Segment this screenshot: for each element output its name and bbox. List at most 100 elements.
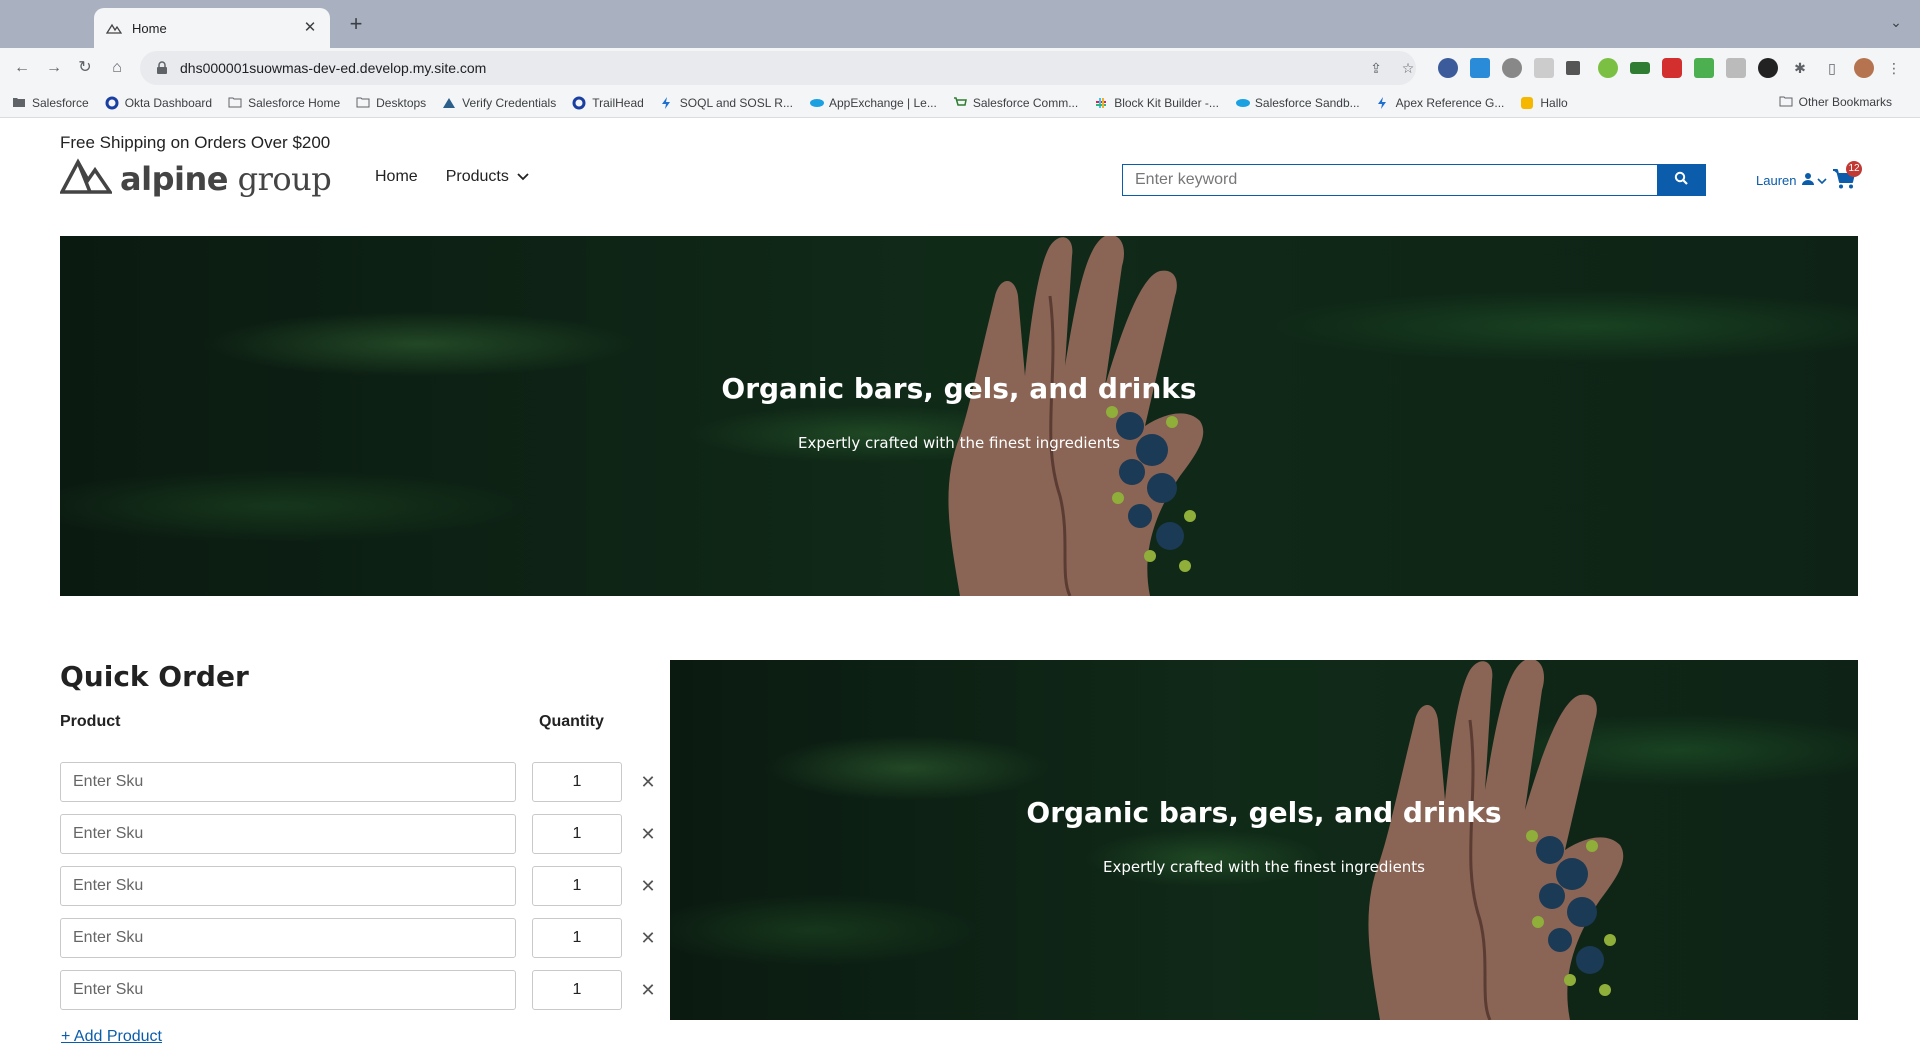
reload-icon[interactable]: ↻ — [73, 56, 97, 80]
bookmark-item[interactable]: Apex Reference G... — [1376, 96, 1504, 110]
hallo-icon — [1520, 96, 1534, 110]
folder-icon — [12, 96, 26, 110]
quantity-input[interactable] — [532, 970, 622, 1010]
quantity-input[interactable] — [532, 918, 622, 958]
bolt-icon — [1376, 96, 1390, 110]
site-search — [1122, 164, 1706, 196]
user-name: Lauren — [1756, 172, 1797, 188]
hero-subtitle: Expertly crafted with the finest ingredi… — [1103, 858, 1425, 876]
slack-icon — [1094, 96, 1108, 110]
other-bookmarks[interactable]: Other Bookmarks — [1779, 95, 1892, 109]
extension-lwr-icon[interactable] — [1694, 58, 1714, 78]
user-menu[interactable]: Lauren — [1756, 172, 1828, 188]
kebab-menu-icon[interactable]: ⋮ — [1884, 58, 1904, 78]
quick-order-row: ✕ — [60, 866, 660, 906]
extension-inspect-icon[interactable] — [1726, 58, 1746, 78]
hand-with-berries-image — [1368, 660, 1624, 1020]
bookmark-item[interactable]: TrailHead — [572, 96, 644, 110]
browser-toolbar: ← → ↻ ⌂ dhs000001suowmas-dev-ed.develop.… — [0, 48, 1920, 88]
remove-row-icon[interactable]: ✕ — [638, 980, 658, 1000]
quantity-input[interactable] — [532, 866, 622, 906]
chevron-down-icon — [1817, 173, 1828, 188]
share-icon[interactable]: ⇪ — [1366, 58, 1386, 78]
hero-banner-secondary[interactable]: Organic bars, gels, and drinks Expertly … — [670, 660, 1858, 1020]
add-product-link[interactable]: + Add Product — [61, 1028, 162, 1046]
mountain-logo-icon — [59, 158, 114, 199]
folder-icon — [356, 96, 370, 110]
sku-input[interactable] — [60, 866, 516, 906]
quantity-input[interactable] — [532, 762, 622, 802]
home-icon[interactable]: ⌂ — [105, 56, 129, 80]
site-nav: Home Products — [375, 168, 557, 186]
bookmark-item[interactable]: Okta Dashboard — [105, 96, 212, 110]
hero-subtitle: Expertly crafted with the finest ingredi… — [798, 434, 1120, 452]
extension-bw-icon[interactable] — [1630, 62, 1650, 74]
puzzle-icon[interactable]: ✱ — [1790, 58, 1810, 78]
promo-banner: Free Shipping on Orders Over $200 — [60, 133, 331, 152]
url-text: dhs000001suowmas-dev-ed.develop.my.site.… — [180, 60, 487, 76]
browser-tabstrip: Home ✕ + ⌄ — [0, 0, 1920, 48]
sku-input[interactable] — [60, 814, 516, 854]
address-bar[interactable]: dhs000001suowmas-dev-ed.develop.my.site.… — [140, 51, 1416, 85]
bookmark-item[interactable]: Salesforce — [12, 96, 89, 110]
nav-home[interactable]: Home — [375, 168, 418, 186]
extension-gear-icon[interactable] — [1502, 58, 1522, 78]
bookmarks-bar: Salesforce Okta Dashboard Salesforce Hom… — [0, 88, 1920, 118]
quantity-input[interactable] — [532, 814, 622, 854]
chevron-down-icon — [517, 170, 529, 184]
remove-row-icon[interactable]: ✕ — [638, 772, 658, 792]
quick-order-row: ✕ — [60, 918, 660, 958]
star-icon[interactable]: ☆ — [1398, 58, 1418, 78]
cart-count-badge: 12 — [1846, 161, 1862, 177]
site-logo[interactable]: alpine group — [59, 158, 332, 199]
search-button[interactable] — [1657, 165, 1705, 195]
sku-input[interactable] — [60, 918, 516, 958]
new-tab-button[interactable]: + — [344, 12, 368, 36]
quick-order-row: ✕ — [60, 814, 660, 854]
bookmark-item[interactable]: AppExchange | Le... — [809, 96, 937, 110]
cart-icon — [1832, 169, 1856, 194]
bolt-icon — [660, 96, 674, 110]
remove-row-icon[interactable]: ✕ — [638, 824, 658, 844]
hero-banner[interactable]: Organic bars, gels, and drinks Expertly … — [60, 236, 1858, 596]
folder-icon — [1779, 95, 1793, 109]
extension-pen-icon[interactable] — [1566, 61, 1580, 75]
quick-order-title: Quick Order — [60, 660, 249, 693]
hero-title: Organic bars, gels, and drinks — [721, 372, 1197, 405]
lock-icon — [156, 61, 170, 75]
cloud-icon — [809, 96, 824, 110]
remove-row-icon[interactable]: ✕ — [638, 876, 658, 896]
bookmark-item[interactable]: Verify Credentials — [442, 96, 556, 110]
forward-arrow-icon[interactable]: → — [42, 56, 66, 80]
sku-input[interactable] — [60, 970, 516, 1010]
extension-red-icon[interactable] — [1662, 58, 1682, 78]
okta-icon — [572, 96, 586, 110]
bookmark-item[interactable]: Block Kit Builder -... — [1094, 96, 1219, 110]
bookmark-item[interactable]: Salesforce Comm... — [953, 96, 1078, 110]
user-icon — [1801, 172, 1815, 188]
bookmark-item[interactable]: Salesforce Home — [228, 96, 340, 110]
search-input[interactable] — [1123, 165, 1657, 195]
back-arrow-icon[interactable]: ← — [10, 56, 34, 80]
sku-input[interactable] — [60, 762, 516, 802]
bookmark-item[interactable]: Salesforce Sandb... — [1235, 96, 1360, 110]
column-header-quantity: Quantity — [539, 713, 604, 730]
bookmark-item[interactable]: SOQL and SOSL R... — [660, 96, 793, 110]
bookmark-item[interactable]: Hallo — [1520, 96, 1568, 110]
avatar[interactable] — [1854, 58, 1874, 78]
mountain-icon — [106, 20, 122, 36]
extension-blue-icon[interactable] — [1470, 58, 1490, 78]
close-icon[interactable]: ✕ — [302, 20, 318, 36]
logo-wordmark: alpine group — [120, 159, 332, 198]
nav-products[interactable]: Products — [446, 168, 529, 186]
browser-tab-home[interactable]: Home ✕ — [94, 8, 330, 48]
bookmark-item[interactable]: Desktops — [356, 96, 426, 110]
chevron-down-icon[interactable]: ⌄ — [1886, 14, 1906, 34]
extension-grid-icon[interactable] — [1534, 58, 1554, 78]
extension-green-icon[interactable] — [1598, 58, 1618, 78]
extension-dark-icon[interactable] — [1758, 58, 1778, 78]
extension-compass-icon[interactable] — [1438, 58, 1458, 78]
remove-row-icon[interactable]: ✕ — [638, 928, 658, 948]
sidepanel-icon[interactable]: ▯ — [1822, 58, 1842, 78]
trailhead-icon — [442, 96, 456, 110]
